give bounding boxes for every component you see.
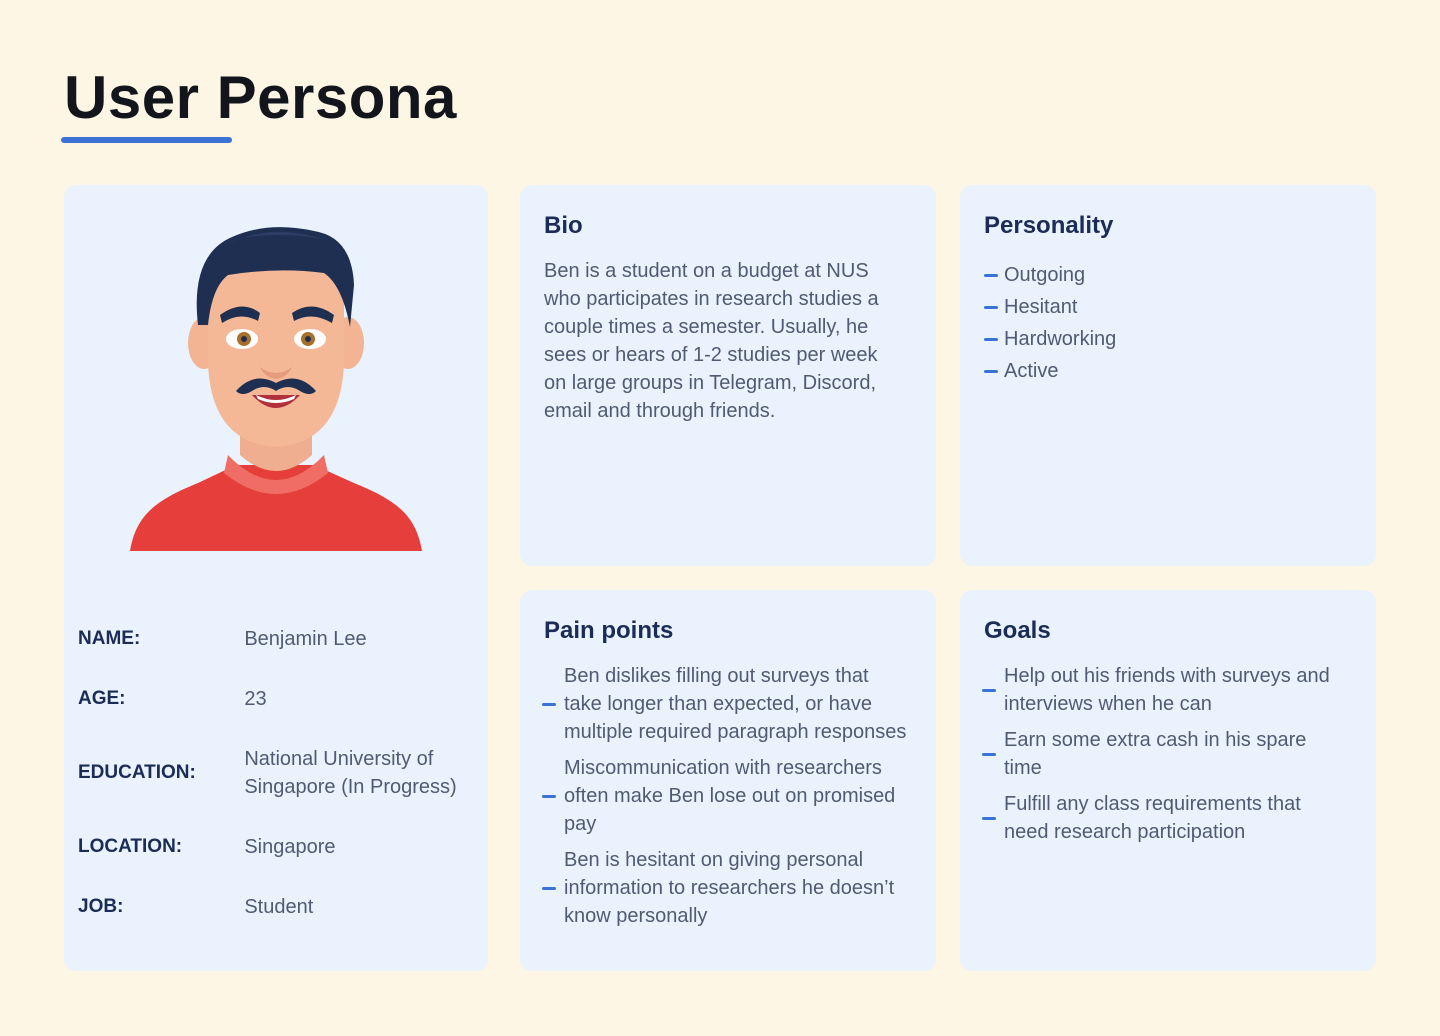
name-value: Benjamin Lee xyxy=(244,628,367,650)
personality-trait: Active xyxy=(1004,360,1059,382)
bio-heading: Bio xyxy=(544,212,583,239)
male-avatar-illustration-icon xyxy=(128,215,424,551)
info-row-location: LOCATION: Singapore xyxy=(78,833,478,861)
goals-list: Help out his friends with surveys and in… xyxy=(982,662,1349,854)
info-row-name: NAME: Benjamin Lee xyxy=(78,625,478,653)
dash-icon xyxy=(982,752,996,756)
goal-text: Fulfill any class requirements that need… xyxy=(1004,793,1301,843)
personality-trait: Hesitant xyxy=(1004,296,1078,318)
pain-points-heading: Pain points xyxy=(544,617,674,644)
title-underline xyxy=(61,137,232,143)
list-item: Ben dislikes filling out surveys that ta… xyxy=(542,662,909,746)
bio-card: Bio Ben is a student on a budget at NUS … xyxy=(520,185,936,566)
pain-point-text: Ben dislikes filling out surveys that ta… xyxy=(564,665,907,743)
dash-icon xyxy=(984,337,998,341)
list-item: Earn some extra cash in his spare time xyxy=(982,726,1349,782)
personality-list: Outgoing Hesitant Hardworking Active xyxy=(984,257,1116,389)
pain-points-list: Ben dislikes filling out surveys that ta… xyxy=(542,662,909,938)
education-value: National University of Singapore (In Pro… xyxy=(244,748,457,798)
dash-icon xyxy=(982,688,996,692)
info-row-job: JOB: Student xyxy=(78,893,478,921)
personality-heading: Personality xyxy=(984,212,1114,239)
location-value: Singapore xyxy=(244,836,336,858)
education-label: EDUCATION: xyxy=(78,762,196,783)
list-item: Help out his friends with surveys and in… xyxy=(982,662,1349,718)
personality-trait: Outgoing xyxy=(1004,264,1086,286)
age-label: AGE: xyxy=(78,688,126,709)
dash-icon xyxy=(542,702,556,706)
list-item: Outgoing xyxy=(984,257,1116,293)
personality-card: Personality Outgoing Hesitant Hardworkin… xyxy=(960,185,1376,566)
dash-icon xyxy=(984,273,998,277)
dash-icon xyxy=(542,794,556,798)
location-label: LOCATION: xyxy=(78,836,183,857)
job-label: JOB: xyxy=(78,896,124,917)
info-row-age: AGE: 23 xyxy=(78,685,478,713)
personality-trait: Hardworking xyxy=(1004,328,1117,350)
list-item: Hesitant xyxy=(984,289,1116,325)
goal-text: Earn some extra cash in his spare time xyxy=(1004,729,1307,779)
list-item: Miscommunication with researchers often … xyxy=(542,754,909,838)
list-item: Ben is hesitant on giving personal infor… xyxy=(542,846,909,930)
profile-card: NAME: Benjamin Lee AGE: 23 EDUCATION: Na… xyxy=(64,185,488,971)
list-item: Active xyxy=(984,353,1116,389)
goals-heading: Goals xyxy=(984,617,1051,644)
pain-point-text: Ben is hesitant on giving personal infor… xyxy=(564,849,895,927)
pain-points-card: Pain points Ben dislikes filling out sur… xyxy=(520,590,936,971)
age-value: 23 xyxy=(244,688,267,710)
page-title: User Persona xyxy=(64,64,457,131)
dash-icon xyxy=(984,305,998,309)
goals-card: Goals Help out his friends with surveys … xyxy=(960,590,1376,971)
dash-icon xyxy=(984,369,998,373)
list-item: Hardworking xyxy=(984,321,1116,357)
name-label: NAME: xyxy=(78,628,141,649)
dash-icon xyxy=(542,886,556,890)
goal-text: Help out his friends with surveys and in… xyxy=(1004,665,1330,715)
info-row-education: EDUCATION: National University of Singap… xyxy=(78,745,478,801)
job-value: Student xyxy=(244,896,314,918)
bio-text: Ben is a student on a budget at NUS who … xyxy=(544,260,879,422)
pain-point-text: Miscommunication with researchers often … xyxy=(564,757,896,835)
list-item: Fulfill any class requirements that need… xyxy=(982,790,1349,846)
dash-icon xyxy=(982,816,996,820)
